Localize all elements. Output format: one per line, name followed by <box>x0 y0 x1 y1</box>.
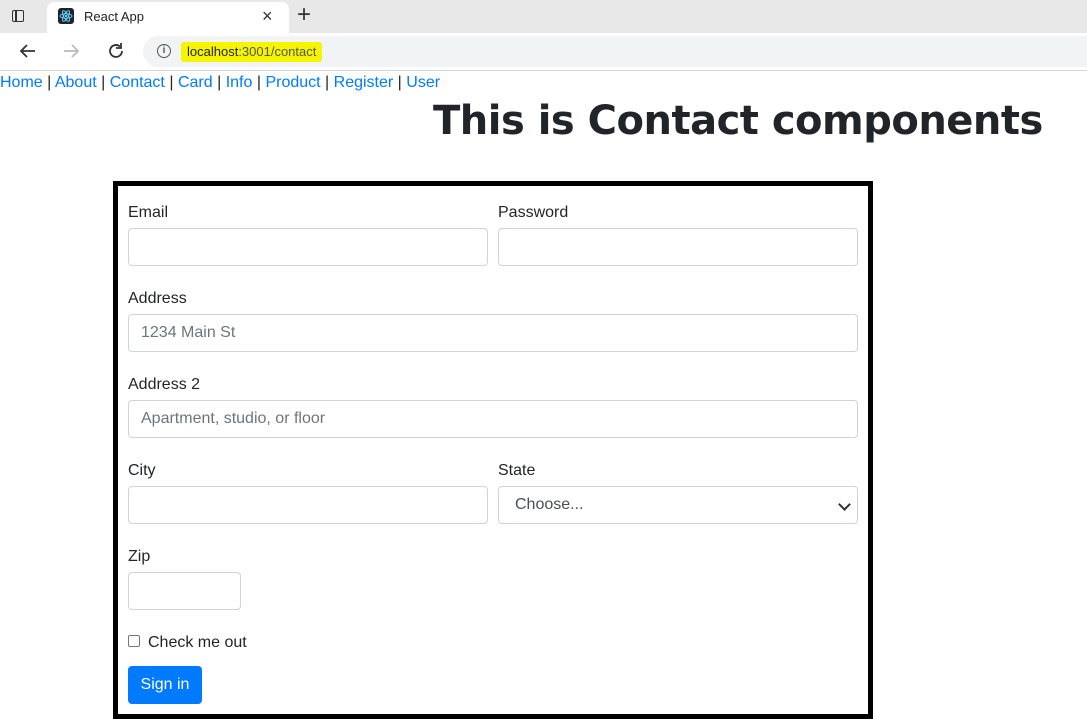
nav-link-about[interactable]: About <box>55 74 97 91</box>
top-nav: Home | About | Contact | Card | Info | P… <box>0 74 440 92</box>
tab-actions-icon[interactable] <box>9 7 27 25</box>
nav-separator: | <box>325 74 330 91</box>
browser-tab-strip: React App × + <box>0 0 1087 33</box>
contact-form: Email Password Address 1234 Main St Addr… <box>113 181 873 719</box>
nav-link-home[interactable]: Home <box>0 74 43 91</box>
address-bar[interactable]: i localhost:3001/contact <box>143 36 1087 67</box>
close-tab-icon[interactable]: × <box>262 7 273 25</box>
sign-in-button[interactable]: Sign in <box>128 666 202 704</box>
email-field[interactable] <box>128 228 488 266</box>
nav-separator: | <box>169 74 174 91</box>
nav-separator: | <box>256 74 261 91</box>
nav-separator: | <box>47 74 52 91</box>
chevron-down-icon <box>838 498 851 511</box>
nav-link-card[interactable]: Card <box>178 74 213 91</box>
password-field[interactable] <box>498 228 858 266</box>
tab-title: React App <box>84 9 144 24</box>
nav-separator: | <box>101 74 106 91</box>
zip-label: Zip <box>128 548 151 565</box>
url-highlight: localhost:3001/contact <box>181 42 323 62</box>
browser-toolbar: i localhost:3001/contact <box>0 33 1087 71</box>
browser-tab[interactable]: React App × <box>47 2 289 33</box>
address-field[interactable]: 1234 Main St <box>128 314 858 352</box>
nav-link-register[interactable]: Register <box>334 74 394 91</box>
nav-link-product[interactable]: Product <box>265 74 320 91</box>
state-label: State <box>498 462 536 479</box>
site-info-icon[interactable]: i <box>157 44 171 58</box>
address2-field[interactable]: Apartment, studio, or floor <box>128 400 858 438</box>
email-label: Email <box>128 204 169 221</box>
url-path: :3001/contact <box>238 44 317 59</box>
back-arrow-icon[interactable] <box>16 39 40 63</box>
nav-link-contact[interactable]: Contact <box>110 74 165 91</box>
page-title: This is Contact components <box>433 98 1043 144</box>
checkbox-label[interactable]: Check me out <box>148 634 247 652</box>
url-host: localhost <box>187 44 239 59</box>
city-label: City <box>128 462 156 479</box>
password-label: Password <box>498 204 569 221</box>
nav-link-info[interactable]: Info <box>226 74 253 91</box>
reload-icon[interactable] <box>104 39 128 63</box>
nav-separator: | <box>397 74 402 91</box>
zip-field[interactable] <box>128 572 241 610</box>
address-label: Address <box>128 290 187 307</box>
nav-separator: | <box>217 74 222 91</box>
check-me-out-checkbox[interactable] <box>128 635 140 647</box>
city-field[interactable] <box>128 486 488 524</box>
state-select[interactable]: Choose... <box>498 486 858 524</box>
new-tab-icon[interactable]: + <box>292 2 316 28</box>
react-favicon-icon <box>58 8 74 24</box>
nav-link-user[interactable]: User <box>406 74 440 91</box>
state-selected-value: Choose... <box>515 496 584 513</box>
forward-arrow-icon[interactable] <box>59 39 83 63</box>
address2-label: Address 2 <box>128 376 201 393</box>
